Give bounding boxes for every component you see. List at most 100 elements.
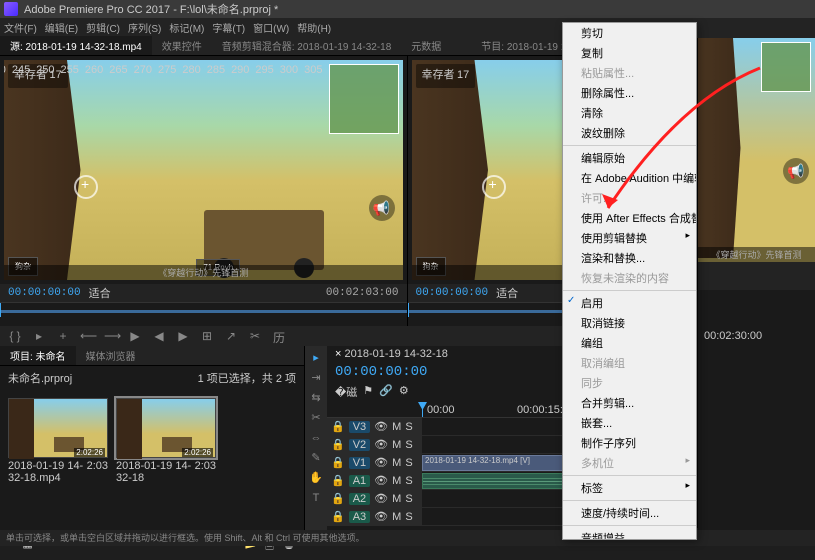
toolbar-button[interactable]: ✂ <box>248 329 262 343</box>
menu-item[interactable]: 剪辑(C) <box>86 20 120 35</box>
metadata-tab[interactable]: 元数据 <box>401 36 451 55</box>
source-viewer[interactable]: 幸存者 17 240245250255260265270275280285290… <box>4 60 403 280</box>
snap-icon[interactable]: �磁 <box>335 384 357 400</box>
track-header-v2[interactable]: 🔒V2👁MS <box>327 436 422 453</box>
track-select-tool-icon[interactable]: ⇥ <box>308 370 324 386</box>
program-tc-in[interactable]: 00:00:00:00 <box>416 287 489 299</box>
source-tc-in[interactable]: 00:00:00:00 <box>8 287 81 299</box>
menu-item[interactable]: 制作子序列 <box>563 433 696 453</box>
ripple-tool-icon[interactable]: ⇆ <box>308 390 324 406</box>
track-header-a3[interactable]: 🔒A3👁MS <box>327 508 422 525</box>
slip-tool-icon[interactable]: ⇔ <box>308 430 324 446</box>
menu-item[interactable]: 标签 <box>563 478 696 498</box>
source-tc-out[interactable]: 00:02:03:00 <box>326 287 399 299</box>
menu-item[interactable]: 文件(F) <box>4 20 37 35</box>
app-logo <box>4 2 18 16</box>
media-browser-tab[interactable]: 媒体浏览器 <box>76 346 146 365</box>
menu-item[interactable]: 在 Adobe Audition 中编辑剪辑 <box>563 168 696 188</box>
menu-item[interactable]: 删除属性... <box>563 83 696 103</box>
toolbar-button[interactable]: ▶ <box>128 329 142 343</box>
menu-item[interactable]: 编辑(E) <box>45 20 78 35</box>
game-title: 《穿越行动》先锋首测 <box>4 265 403 280</box>
menu-item: 取消编组 <box>563 353 696 373</box>
crosshair-icon <box>74 175 98 199</box>
selection-tool-icon[interactable]: ▸ <box>308 350 324 366</box>
source-tab[interactable]: 源: 2018-01-19 14-32-18.mp4 <box>0 36 152 55</box>
track-header-a1[interactable]: 🔒A1👁MS <box>327 472 422 489</box>
project-panel: 项目: 未命名 媒体浏览器 未命名.prproj 1 项已选择，共 2 项 2:… <box>0 346 305 546</box>
tool-palette: ▸ ⇥ ⇆ ✂ ⇔ ✎ ✋ T <box>305 346 327 546</box>
source-monitor: 幸存者 17 240245250255260265270275280285290… <box>0 56 408 326</box>
item-count: 1 项已选择，共 2 项 <box>198 370 296 386</box>
tree-graphic <box>4 60 94 280</box>
project-tab[interactable]: 项目: 未命名 <box>0 346 76 365</box>
tree-graphic <box>412 60 502 280</box>
toolbar-button[interactable]: ⟶ <box>104 329 118 343</box>
track-header-v1[interactable]: 🔒V1👁MS <box>327 454 422 471</box>
settings-icon[interactable]: ⚙ <box>399 384 409 400</box>
speaker-icon: 📢 <box>369 195 395 221</box>
fit-menu[interactable]: 适合 <box>496 285 518 301</box>
toolbar-button[interactable]: { } <box>8 329 22 343</box>
menu-item[interactable]: 标记(M) <box>169 20 204 35</box>
speaker-icon: 📢 <box>783 158 809 184</box>
menu-item[interactable]: 窗口(W) <box>253 20 289 35</box>
track-header-v3[interactable]: 🔒V3👁MS <box>327 418 422 435</box>
menu-item[interactable]: 合并剪辑... <box>563 393 696 413</box>
window-title: Adobe Premiere Pro CC 2017 - F:\lol\未命名.… <box>24 1 278 17</box>
menu-item[interactable]: 序列(S) <box>128 20 161 35</box>
bin-item-clip[interactable]: 2:02:26 2018-01-19 14-32-18.mp42:03 <box>8 398 108 484</box>
toolbar-button[interactable]: ↗ <box>224 329 238 343</box>
survived-chip: 幸存者 17 <box>416 64 476 88</box>
marker-icon[interactable]: ⚑ <box>363 384 373 400</box>
hand-tool-icon[interactable]: ✋ <box>308 470 324 486</box>
compass-scale: 2402452502552602652702752802852902953003… <box>4 64 323 76</box>
playhead-icon[interactable] <box>408 303 409 317</box>
sequence-tab[interactable]: 2018-01-19 14-32-18 <box>344 348 447 360</box>
toolbar-button[interactable]: ▸ <box>32 329 46 343</box>
menu-item: 多机位 <box>563 453 696 473</box>
pen-tool-icon[interactable]: ✎ <box>308 450 324 466</box>
crosshair-icon <box>482 175 506 199</box>
fit-menu[interactable]: 适合 <box>89 285 111 301</box>
menu-item[interactable]: 启用 <box>563 293 696 313</box>
menu-item[interactable]: 使用剪辑替换 <box>563 228 696 248</box>
menu-item: 同步 <box>563 373 696 393</box>
audio-mixer-tab[interactable]: 音频剪辑混合器: 2018-01-19 14-32-18 <box>212 36 402 55</box>
toolbar-button[interactable]: 历史记录 <box>272 329 286 343</box>
menu-item[interactable]: 编辑原始 <box>563 148 696 168</box>
effects-tab[interactable]: 效果控件 <box>152 36 212 55</box>
toolbar-button[interactable]: + <box>56 329 70 343</box>
minimap <box>761 42 811 92</box>
clip-context-menu: 剪切复制粘贴属性...删除属性...清除波纹删除编辑原始在 Adobe Audi… <box>562 22 697 540</box>
menu-item[interactable]: 清除 <box>563 103 696 123</box>
menu-item[interactable]: 编组 <box>563 333 696 353</box>
menu-item[interactable]: 渲染和替换... <box>563 248 696 268</box>
link-icon[interactable]: 🔗 <box>379 384 393 400</box>
menu-item[interactable]: 帮助(H) <box>297 20 331 35</box>
toolbar-button[interactable]: ◀ <box>152 329 166 343</box>
menu-item: 粘贴属性... <box>563 63 696 83</box>
program-right-strip: 📢 《穿越行动》先锋首测 00:02:30:00 <box>697 38 815 528</box>
menu-item[interactable]: 音频增益... <box>563 528 696 540</box>
menu-item[interactable]: 速度/持续时间... <box>563 503 696 523</box>
bin-item-sequence[interactable]: 2:02:26 2018-01-19 14-32-182:03 <box>116 398 216 484</box>
menu-item[interactable]: 使用 After Effects 合成替换 <box>563 208 696 228</box>
menu-item[interactable]: 字幕(T) <box>212 20 245 35</box>
menu-item[interactable]: 剪切 <box>563 23 696 43</box>
toolbar-button[interactable]: ⟵ <box>80 329 94 343</box>
source-ruler[interactable] <box>0 302 407 316</box>
menu-item[interactable]: 取消链接 <box>563 313 696 333</box>
menu-item[interactable]: 复制 <box>563 43 696 63</box>
toolbar-button[interactable]: ⊞ <box>200 329 214 343</box>
menu-item[interactable]: 波纹删除 <box>563 123 696 143</box>
toolbar-button[interactable]: ▶ <box>176 329 190 343</box>
razor-tool-icon[interactable]: ✂ <box>308 410 324 426</box>
track-header-a2[interactable]: 🔒A2👁MS <box>327 490 422 507</box>
timeline-playhead[interactable] <box>422 402 423 417</box>
playhead-icon[interactable] <box>0 303 1 317</box>
type-tool-icon[interactable]: T <box>308 490 324 506</box>
timeline-tc[interactable]: 00:00:00:00 <box>335 364 427 380</box>
menu-item[interactable]: 嵌套... <box>563 413 696 433</box>
minimap <box>329 64 399 134</box>
